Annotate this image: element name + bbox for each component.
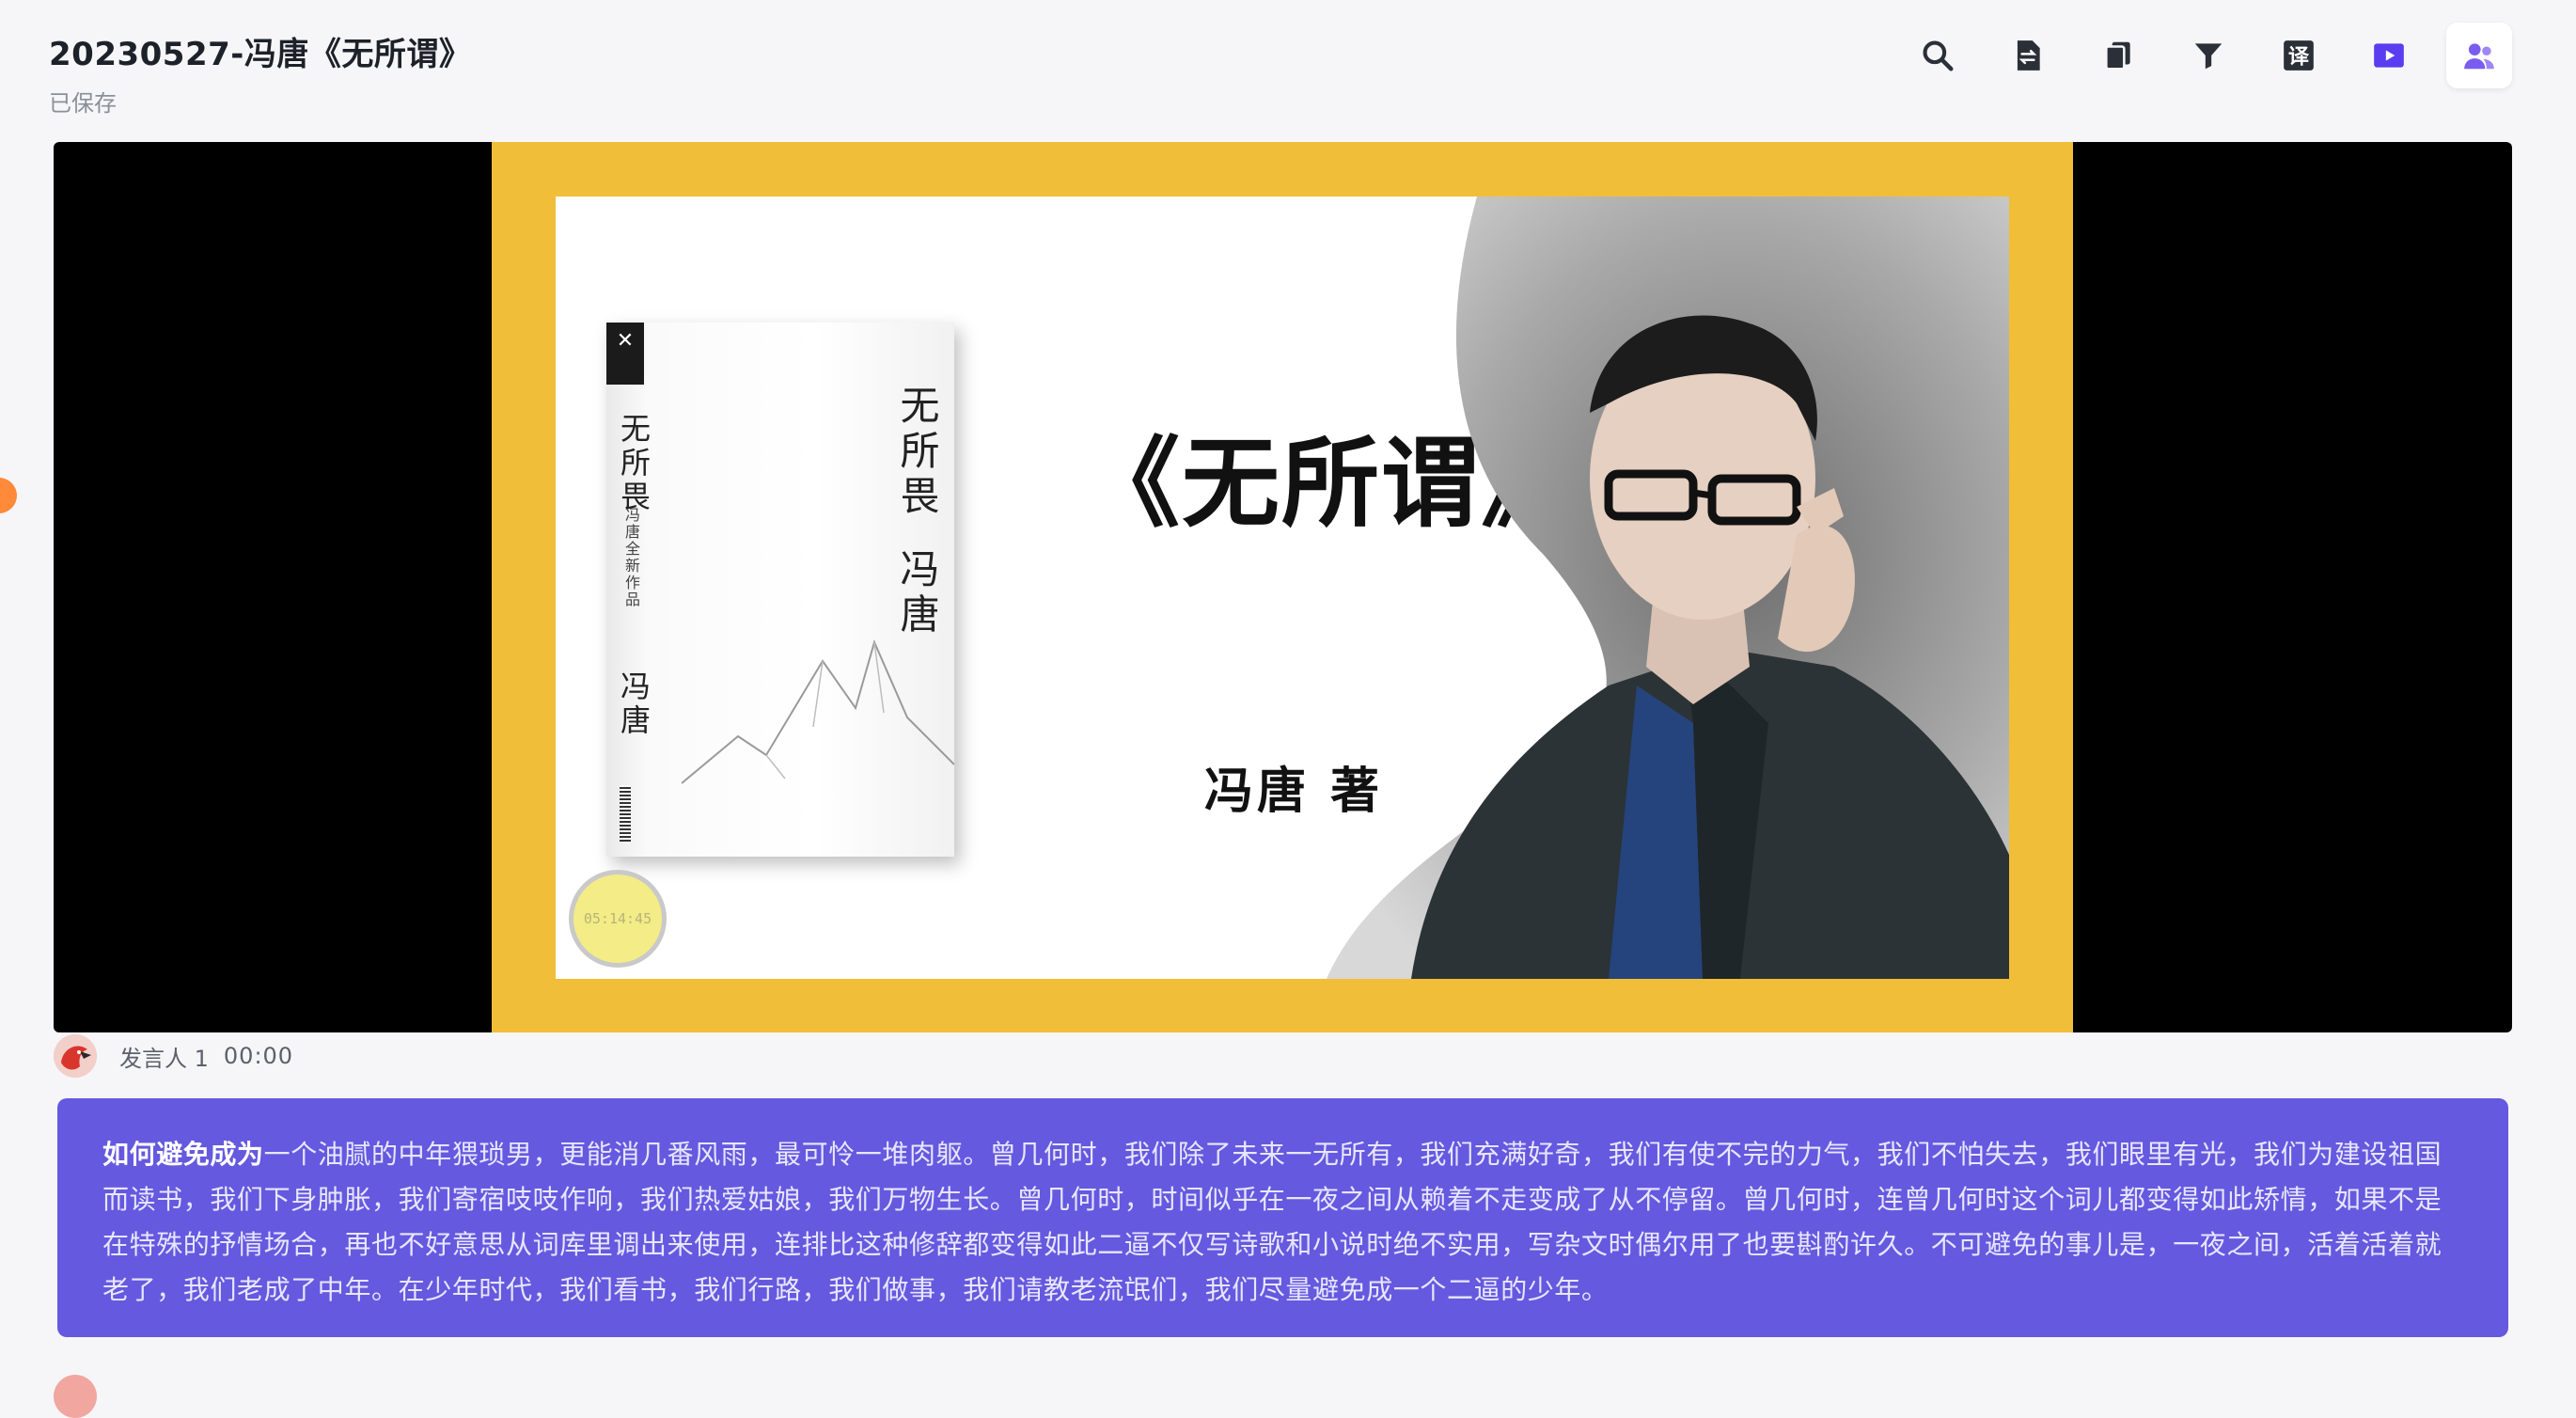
save-status: 已保存 — [49, 90, 117, 117]
presentation-slide: ✕ 无所畏 冯唐全新作品 冯唐 无所畏 冯唐 05:14:45 《无所谓》 冯唐… — [556, 197, 2009, 979]
timer-display: 05:14:45 — [569, 870, 667, 968]
book-subtitle: 冯唐全新作品 — [622, 507, 640, 608]
convert-doc-button[interactable] — [1995, 23, 2061, 88]
speakers-button[interactable] — [2446, 23, 2512, 88]
publisher-logo-icon: ✕ — [606, 323, 644, 385]
speaker-row: 发言人 1 00:00 — [54, 1034, 293, 1078]
toolbar: 译 — [1905, 23, 2512, 88]
filter-icon — [2194, 43, 2223, 70]
speaker-avatar[interactable] — [54, 1034, 97, 1078]
video-icon — [2374, 43, 2404, 68]
book-spine-title: 无所畏 — [616, 413, 652, 514]
swap-doc-icon — [2017, 40, 2040, 71]
book-cover: ✕ 无所畏 冯唐全新作品 冯唐 无所畏 冯唐 — [606, 323, 954, 857]
speaker-timestamp[interactable]: 00:00 — [224, 1043, 293, 1069]
book-spine-author: 冯唐 — [616, 670, 652, 738]
next-speaker-avatar[interactable] — [54, 1375, 97, 1418]
transcript-highlight: 如何避免成为 — [102, 1139, 264, 1170]
translate-label: 译 — [2288, 45, 2310, 70]
transcript-paragraph[interactable]: 如何避免成为一个油腻的中年猥琐男，更能消几番风雨，最可怜一堆肉躯。曾几何时，我们… — [57, 1098, 2508, 1337]
side-panel-toggle[interactable] — [0, 478, 17, 513]
search-button[interactable] — [1905, 23, 1971, 88]
copy-button[interactable] — [2085, 23, 2151, 88]
mountain-illustration — [682, 639, 954, 784]
translate-icon: 译 — [2284, 40, 2314, 71]
video-button[interactable] — [2356, 23, 2422, 88]
translate-button[interactable]: 译 — [2266, 23, 2332, 88]
book-title: 无所畏 — [894, 385, 940, 520]
page-title: 20230527-冯唐《无所谓》 — [49, 36, 472, 73]
parrot-avatar-icon — [54, 1034, 97, 1078]
search-icon — [1923, 40, 1954, 71]
filter-button[interactable] — [2175, 23, 2241, 88]
barcode — [620, 785, 631, 842]
speakers-icon — [2464, 43, 2494, 70]
video-player[interactable]: ✕ 无所畏 冯唐全新作品 冯唐 无所畏 冯唐 05:14:45 《无所谓》 冯唐… — [54, 142, 2512, 1032]
author-portrait-illustration — [1327, 197, 2009, 979]
transcript-text: 一个油腻的中年猥琐男，更能消几番风雨，最可怜一堆肉躯。曾几何时，我们除了未来一无… — [102, 1139, 2442, 1305]
video-frame: ✕ 无所畏 冯唐全新作品 冯唐 无所畏 冯唐 05:14:45 《无所谓》 冯唐… — [492, 142, 2073, 1032]
copy-icon — [2105, 41, 2130, 71]
speaker-name: 发言人 1 — [119, 1045, 209, 1072]
